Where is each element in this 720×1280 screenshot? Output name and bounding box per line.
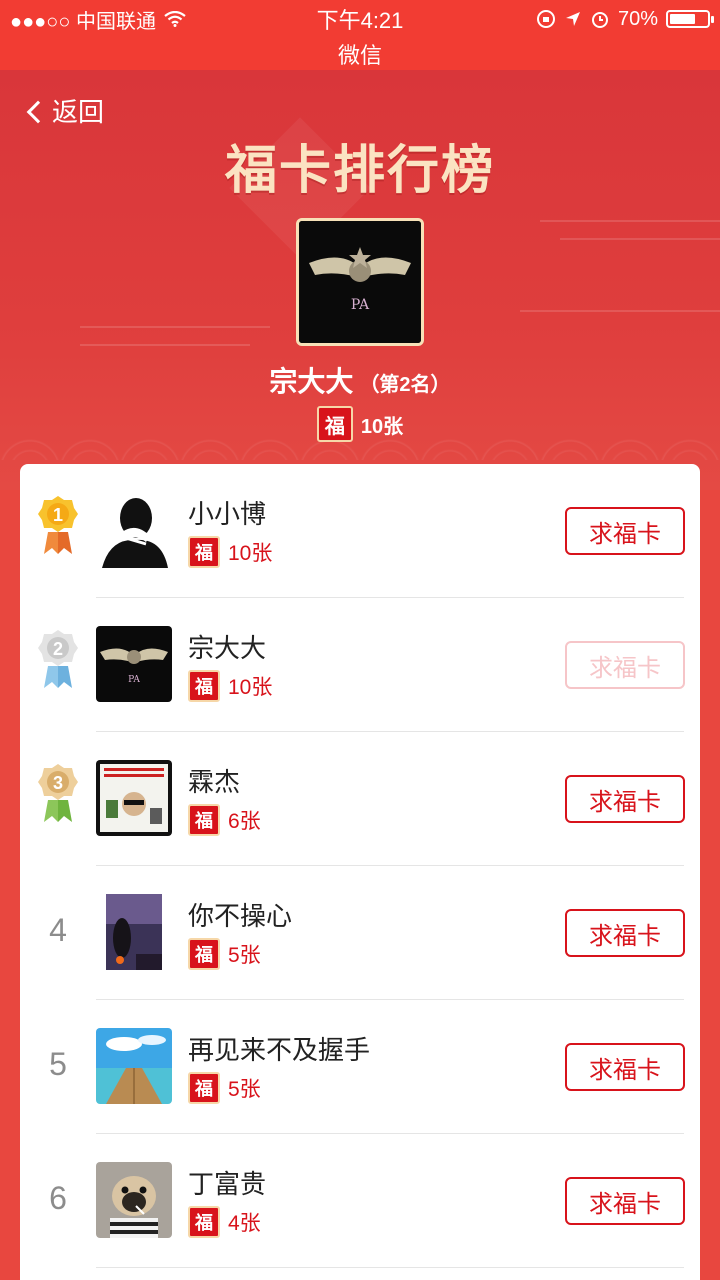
list-item[interactable]: 2 PA 宗大大 福 10张 求福卡	[20, 598, 700, 732]
chevron-left-icon	[26, 100, 50, 123]
bronze-medal-icon: 3	[38, 764, 78, 822]
card-count: 福 10张	[188, 536, 272, 568]
count-value: 6张	[228, 810, 261, 833]
list-item[interactable]: 4 你不操心 福 5张 求福卡	[20, 866, 700, 1000]
card-count: 福 4张	[188, 1206, 261, 1238]
my-avatar[interactable]: PA	[296, 218, 424, 346]
user-name: 霖杰	[188, 767, 241, 797]
rank-number: 6	[49, 1180, 67, 1216]
cloud-decoration	[80, 326, 270, 328]
status-bar: ●●●○○ 中国联通 下午4:21 70%	[0, 0, 720, 38]
pier-sea-image	[96, 1028, 172, 1104]
card-count: 福 6张	[188, 804, 261, 836]
my-name-row: 宗大大 （第2名）	[0, 360, 720, 400]
list-item[interactable]: 3 霖杰 福 6张 求福卡	[20, 732, 700, 866]
fu-card-icon: 福	[316, 406, 353, 442]
my-rank: （第2名）	[359, 374, 451, 396]
svg-text:PA: PA	[351, 297, 370, 313]
count-value: 4张	[228, 1212, 261, 1235]
medal-rank: 1	[53, 505, 63, 525]
fu-card-icon: 福	[188, 1072, 220, 1104]
ranking-list: 1 小小博 福 10张 求福卡 2 PA 宗大大 福 10张 求福卡 3 霖杰 …	[20, 464, 700, 1280]
cloud-decoration	[560, 238, 720, 240]
fu-card-icon: 福	[188, 670, 220, 702]
user-name: 小小博	[188, 499, 267, 529]
rank-number: 5	[49, 1046, 67, 1082]
meme-poster-image	[96, 760, 172, 836]
title-bar: 微信	[0, 38, 720, 70]
rank-number: 4	[49, 912, 67, 948]
silver-medal-icon: 2	[38, 630, 78, 688]
ask-card-button-disabled: 求福卡	[565, 641, 685, 689]
user-name: 再见来不及握手	[188, 1035, 371, 1065]
list-item[interactable]: 5 再见来不及握手 福 5张 求福卡	[20, 1000, 700, 1134]
card-count: 福 5张	[188, 938, 261, 970]
night-scene-image	[96, 894, 172, 970]
svg-text:PA: PA	[128, 675, 140, 685]
pug-dog-image	[96, 1162, 172, 1238]
battery-icon	[666, 10, 714, 28]
cloud-decoration	[520, 310, 720, 312]
count-value: 10张	[228, 542, 273, 565]
divider	[96, 1267, 684, 1268]
wings-emblem-image: PA	[96, 626, 172, 702]
list-item[interactable]: 6 丁富贵 福 4张 求福卡	[20, 1134, 700, 1268]
medal-rank: 3	[53, 773, 63, 793]
my-card-count: 福 10张	[0, 406, 720, 442]
back-button[interactable]: 返回	[24, 92, 104, 129]
avatar[interactable]: PA	[96, 626, 172, 702]
user-name: 宗大大	[188, 633, 267, 663]
card-count: 福 10张	[188, 670, 272, 702]
ask-card-button[interactable]: 求福卡	[565, 1043, 685, 1091]
ask-card-button[interactable]: 求福卡	[565, 909, 685, 957]
count-value: 10张	[228, 676, 273, 699]
count-value: 5张	[228, 1078, 261, 1101]
card-count: 福 5张	[188, 1072, 261, 1104]
my-count: 10张	[360, 415, 404, 438]
avatar[interactable]	[96, 492, 172, 568]
count-value: 5张	[228, 944, 261, 967]
ask-card-button[interactable]: 求福卡	[565, 507, 685, 555]
medal-rank: 2	[53, 639, 63, 659]
my-name: 宗大大	[269, 366, 354, 397]
avatar[interactable]	[96, 1162, 172, 1238]
ask-card-button[interactable]: 求福卡	[565, 775, 685, 823]
list-item[interactable]: 1 小小博 福 10张 求福卡	[20, 464, 700, 598]
fu-card-icon: 福	[188, 536, 220, 568]
ask-card-button[interactable]: 求福卡	[565, 1177, 685, 1225]
user-name: 丁富贵	[188, 1169, 267, 1199]
fu-card-icon: 福	[188, 1206, 220, 1238]
page-title: 福卡排行榜	[224, 140, 495, 201]
cloud-decoration	[540, 220, 720, 222]
silhouette-avatar-image	[96, 492, 172, 568]
fu-card-icon: 福	[188, 804, 220, 836]
user-name: 你不操心	[188, 901, 293, 931]
avatar[interactable]	[96, 1028, 172, 1104]
back-label: 返回	[52, 97, 105, 127]
cloud-decoration	[80, 344, 250, 346]
avatar[interactable]	[96, 760, 172, 836]
avatar[interactable]	[96, 894, 172, 970]
ranking-header: 返回 福卡排行榜 PA 宗大大 （第2名） 福 10张	[0, 70, 720, 490]
fu-card-icon: 福	[188, 938, 220, 970]
gold-medal-icon: 1	[38, 496, 78, 554]
clock: 下午4:21	[316, 8, 404, 33]
wings-emblem-image: PA	[299, 221, 421, 343]
